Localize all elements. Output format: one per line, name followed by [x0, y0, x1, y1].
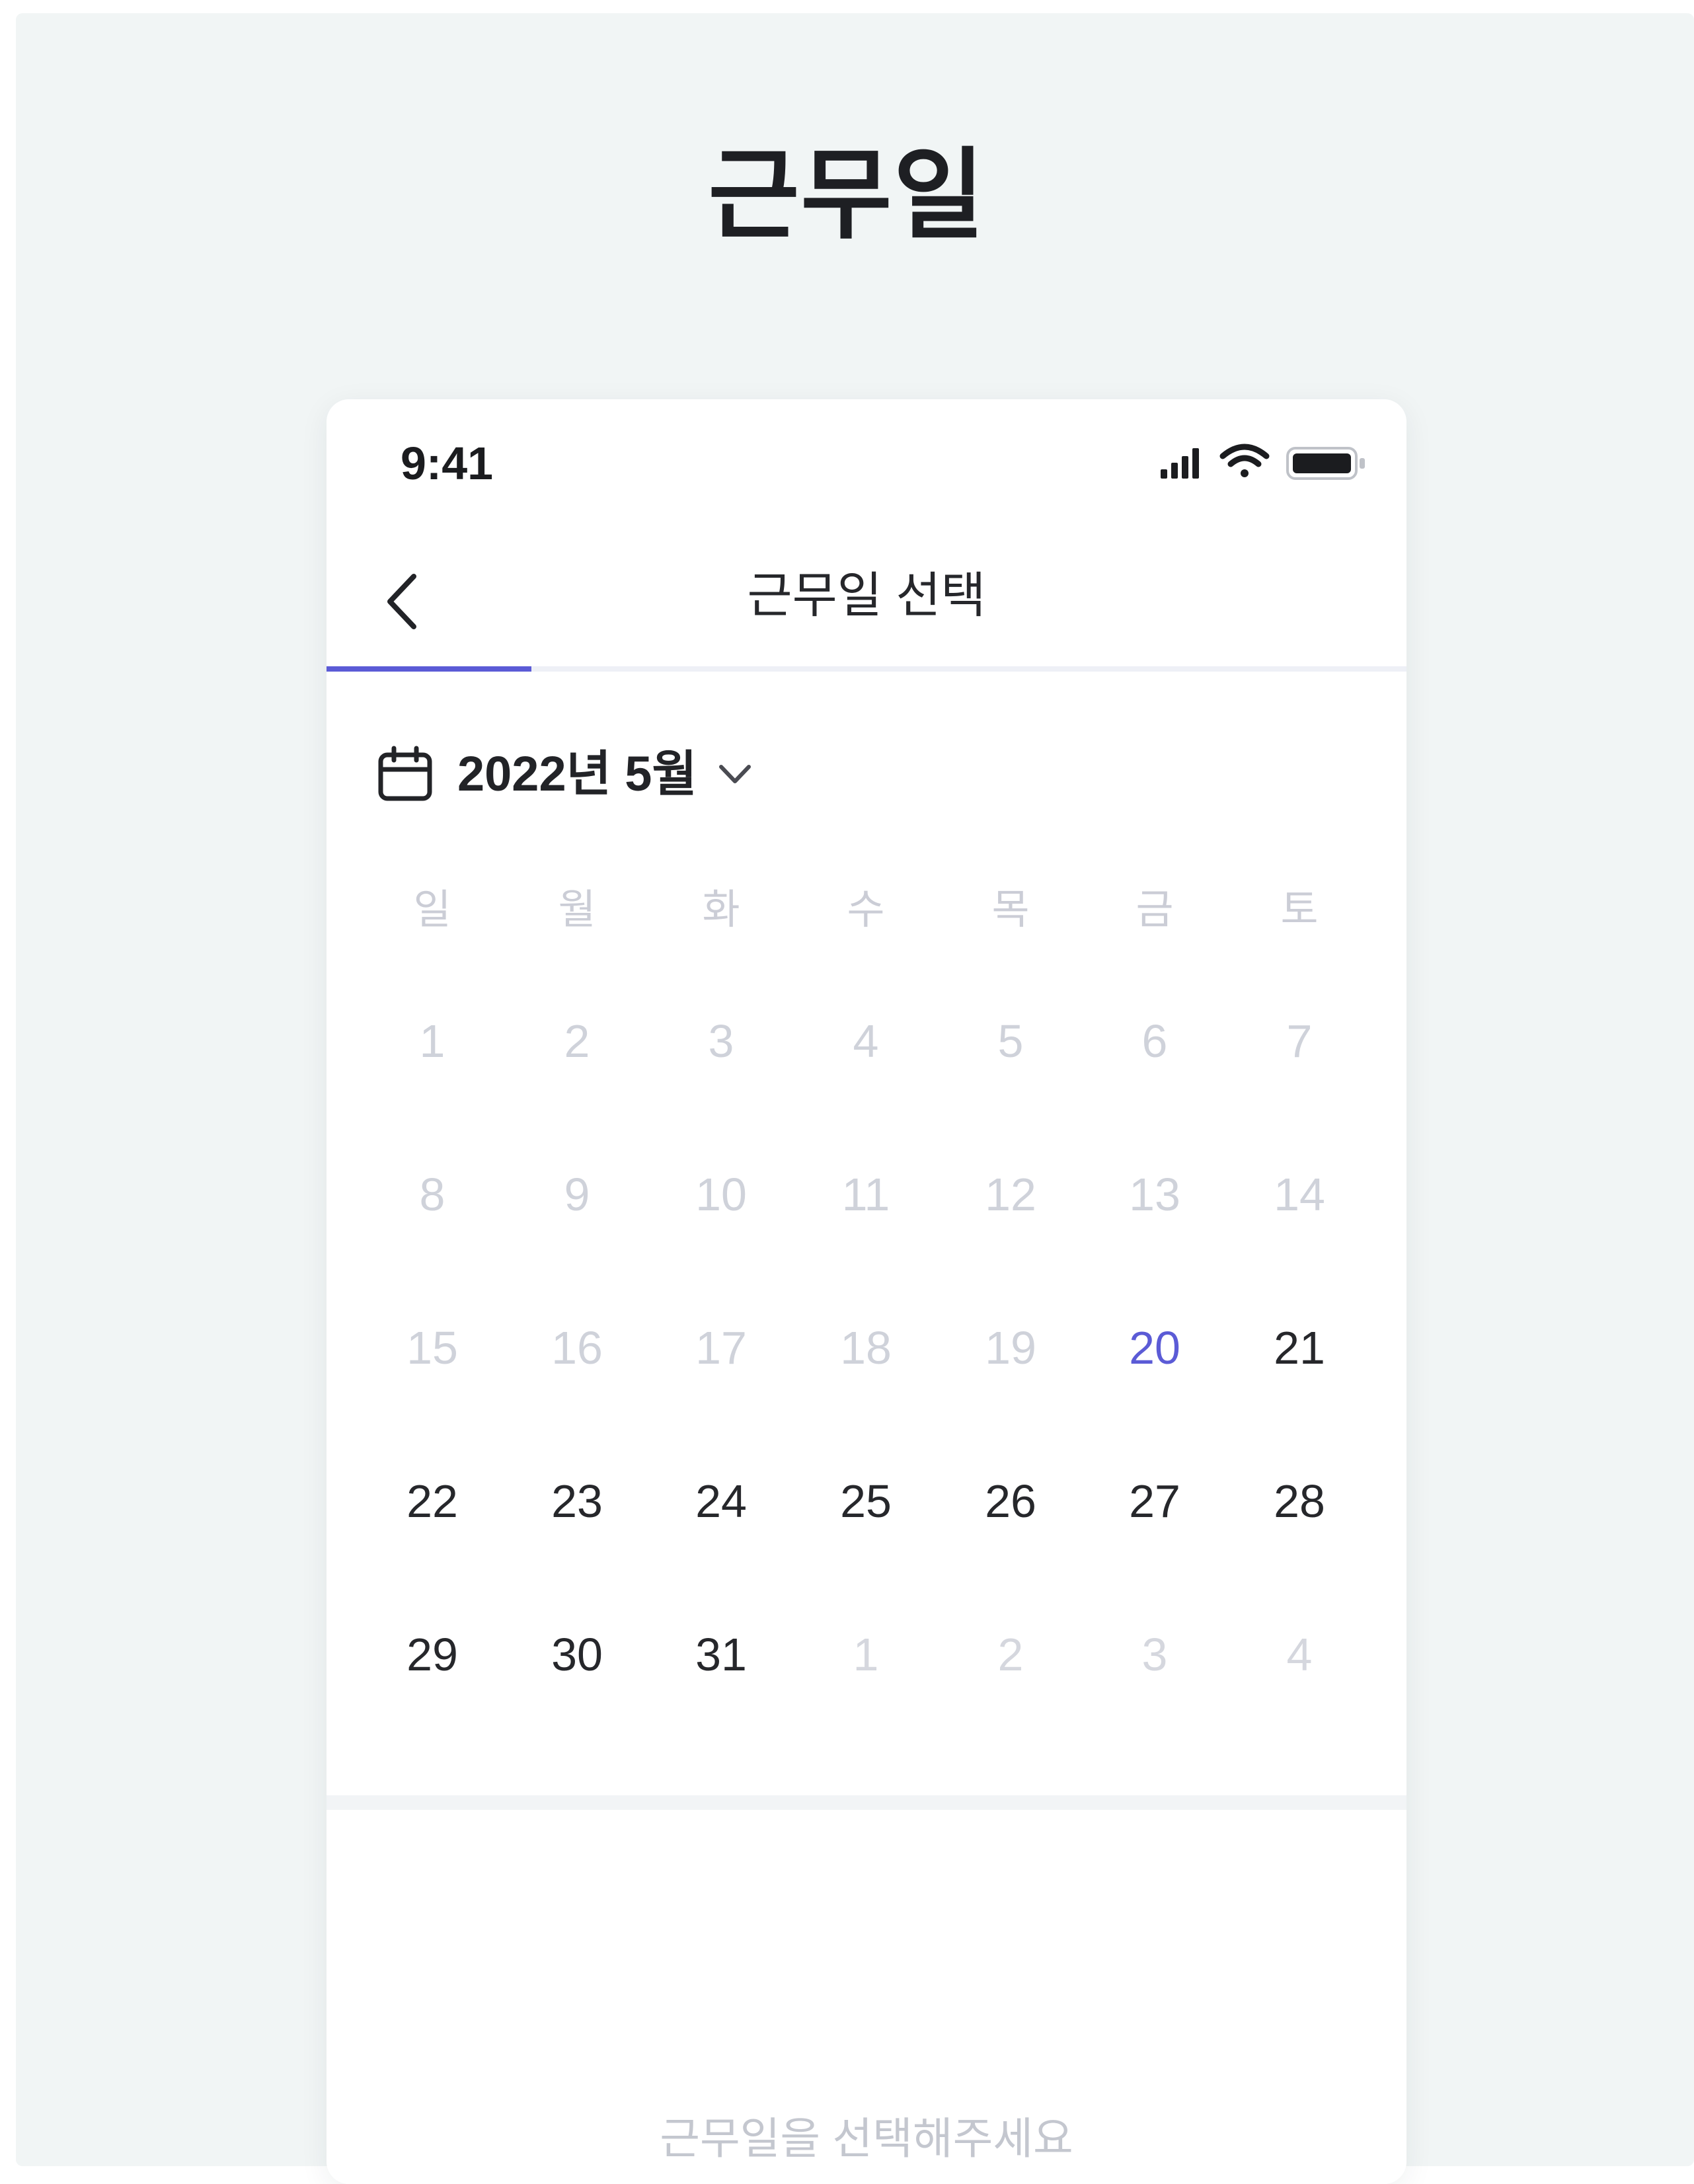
calendar-day[interactable]: 23 [518, 1478, 636, 1524]
calendar-day: 18 [840, 1322, 892, 1374]
calendar-day: 3 [708, 1015, 734, 1067]
calendar-day-today[interactable]: 20 [1095, 1325, 1214, 1371]
calendar-day: 2 [997, 1629, 1024, 1680]
calendar-day: 1 [419, 1015, 445, 1067]
calendar-day: 19 [985, 1322, 1036, 1374]
calendar-day[interactable]: 22 [373, 1478, 492, 1524]
weekday-label: 월 [558, 887, 596, 933]
calendar-day: 14 [1274, 1169, 1325, 1220]
weekday-label: 금 [1136, 887, 1174, 933]
empty-selection-hint: 근무일을 선택해주세요 [660, 2114, 1073, 2163]
calendar-day: 13 [1129, 1169, 1180, 1220]
calendar-day: 3 [1141, 1629, 1168, 1680]
calendar-day: 2 [564, 1015, 590, 1067]
calendar-day[interactable]: 30 [518, 1631, 636, 1678]
calendar-day: 15 [406, 1322, 458, 1374]
calendar-day: 6 [1141, 1015, 1168, 1067]
section-divider [327, 1795, 1406, 1810]
weekday-label: 일 [413, 887, 451, 933]
calendar-day: 10 [695, 1169, 747, 1220]
calendar-day[interactable]: 31 [662, 1631, 781, 1678]
calendar-day[interactable]: 21 [1240, 1325, 1359, 1371]
calendar-day[interactable]: 29 [373, 1631, 492, 1678]
calendar-day[interactable]: 28 [1240, 1478, 1359, 1524]
calendar-day: 9 [564, 1169, 590, 1220]
weekday-label: 토 [1280, 887, 1319, 933]
weekday-label: 화 [702, 887, 740, 933]
calendar-day: 16 [551, 1322, 603, 1374]
phone-frame: 9:41 근무일 선택 2022년 5월 일 월 화 수 목 금 토 1 2 3… [327, 399, 1406, 2184]
calendar-day: 17 [695, 1322, 747, 1374]
calendar-day: 4 [1286, 1629, 1313, 1680]
calendar-day: 7 [1286, 1015, 1313, 1067]
calendar-day[interactable]: 25 [806, 1478, 925, 1524]
calendar-day: 4 [853, 1015, 879, 1067]
weekday-label: 목 [991, 887, 1030, 933]
calendar-day: 1 [853, 1629, 879, 1680]
calendar-day: 5 [997, 1015, 1024, 1067]
calendar-day[interactable]: 27 [1095, 1478, 1214, 1524]
calendar-day[interactable]: 26 [951, 1478, 1070, 1524]
page-title: 근무일 [708, 139, 986, 251]
calendar-day: 12 [985, 1169, 1036, 1220]
calendar-day[interactable]: 24 [662, 1478, 781, 1524]
selection-summary-panel: 근무일을 선택해주세요 [327, 1810, 1406, 2184]
calendar-day: 8 [419, 1169, 445, 1220]
calendar-day: 11 [841, 1169, 890, 1220]
weekday-label: 수 [847, 887, 885, 933]
calendar-grid: 일 월 화 수 목 금 토 1 2 3 4 5 6 7 8 9 10 11 12 13 14 15 16 17 18 19 20 21… [327, 399, 1406, 1787]
